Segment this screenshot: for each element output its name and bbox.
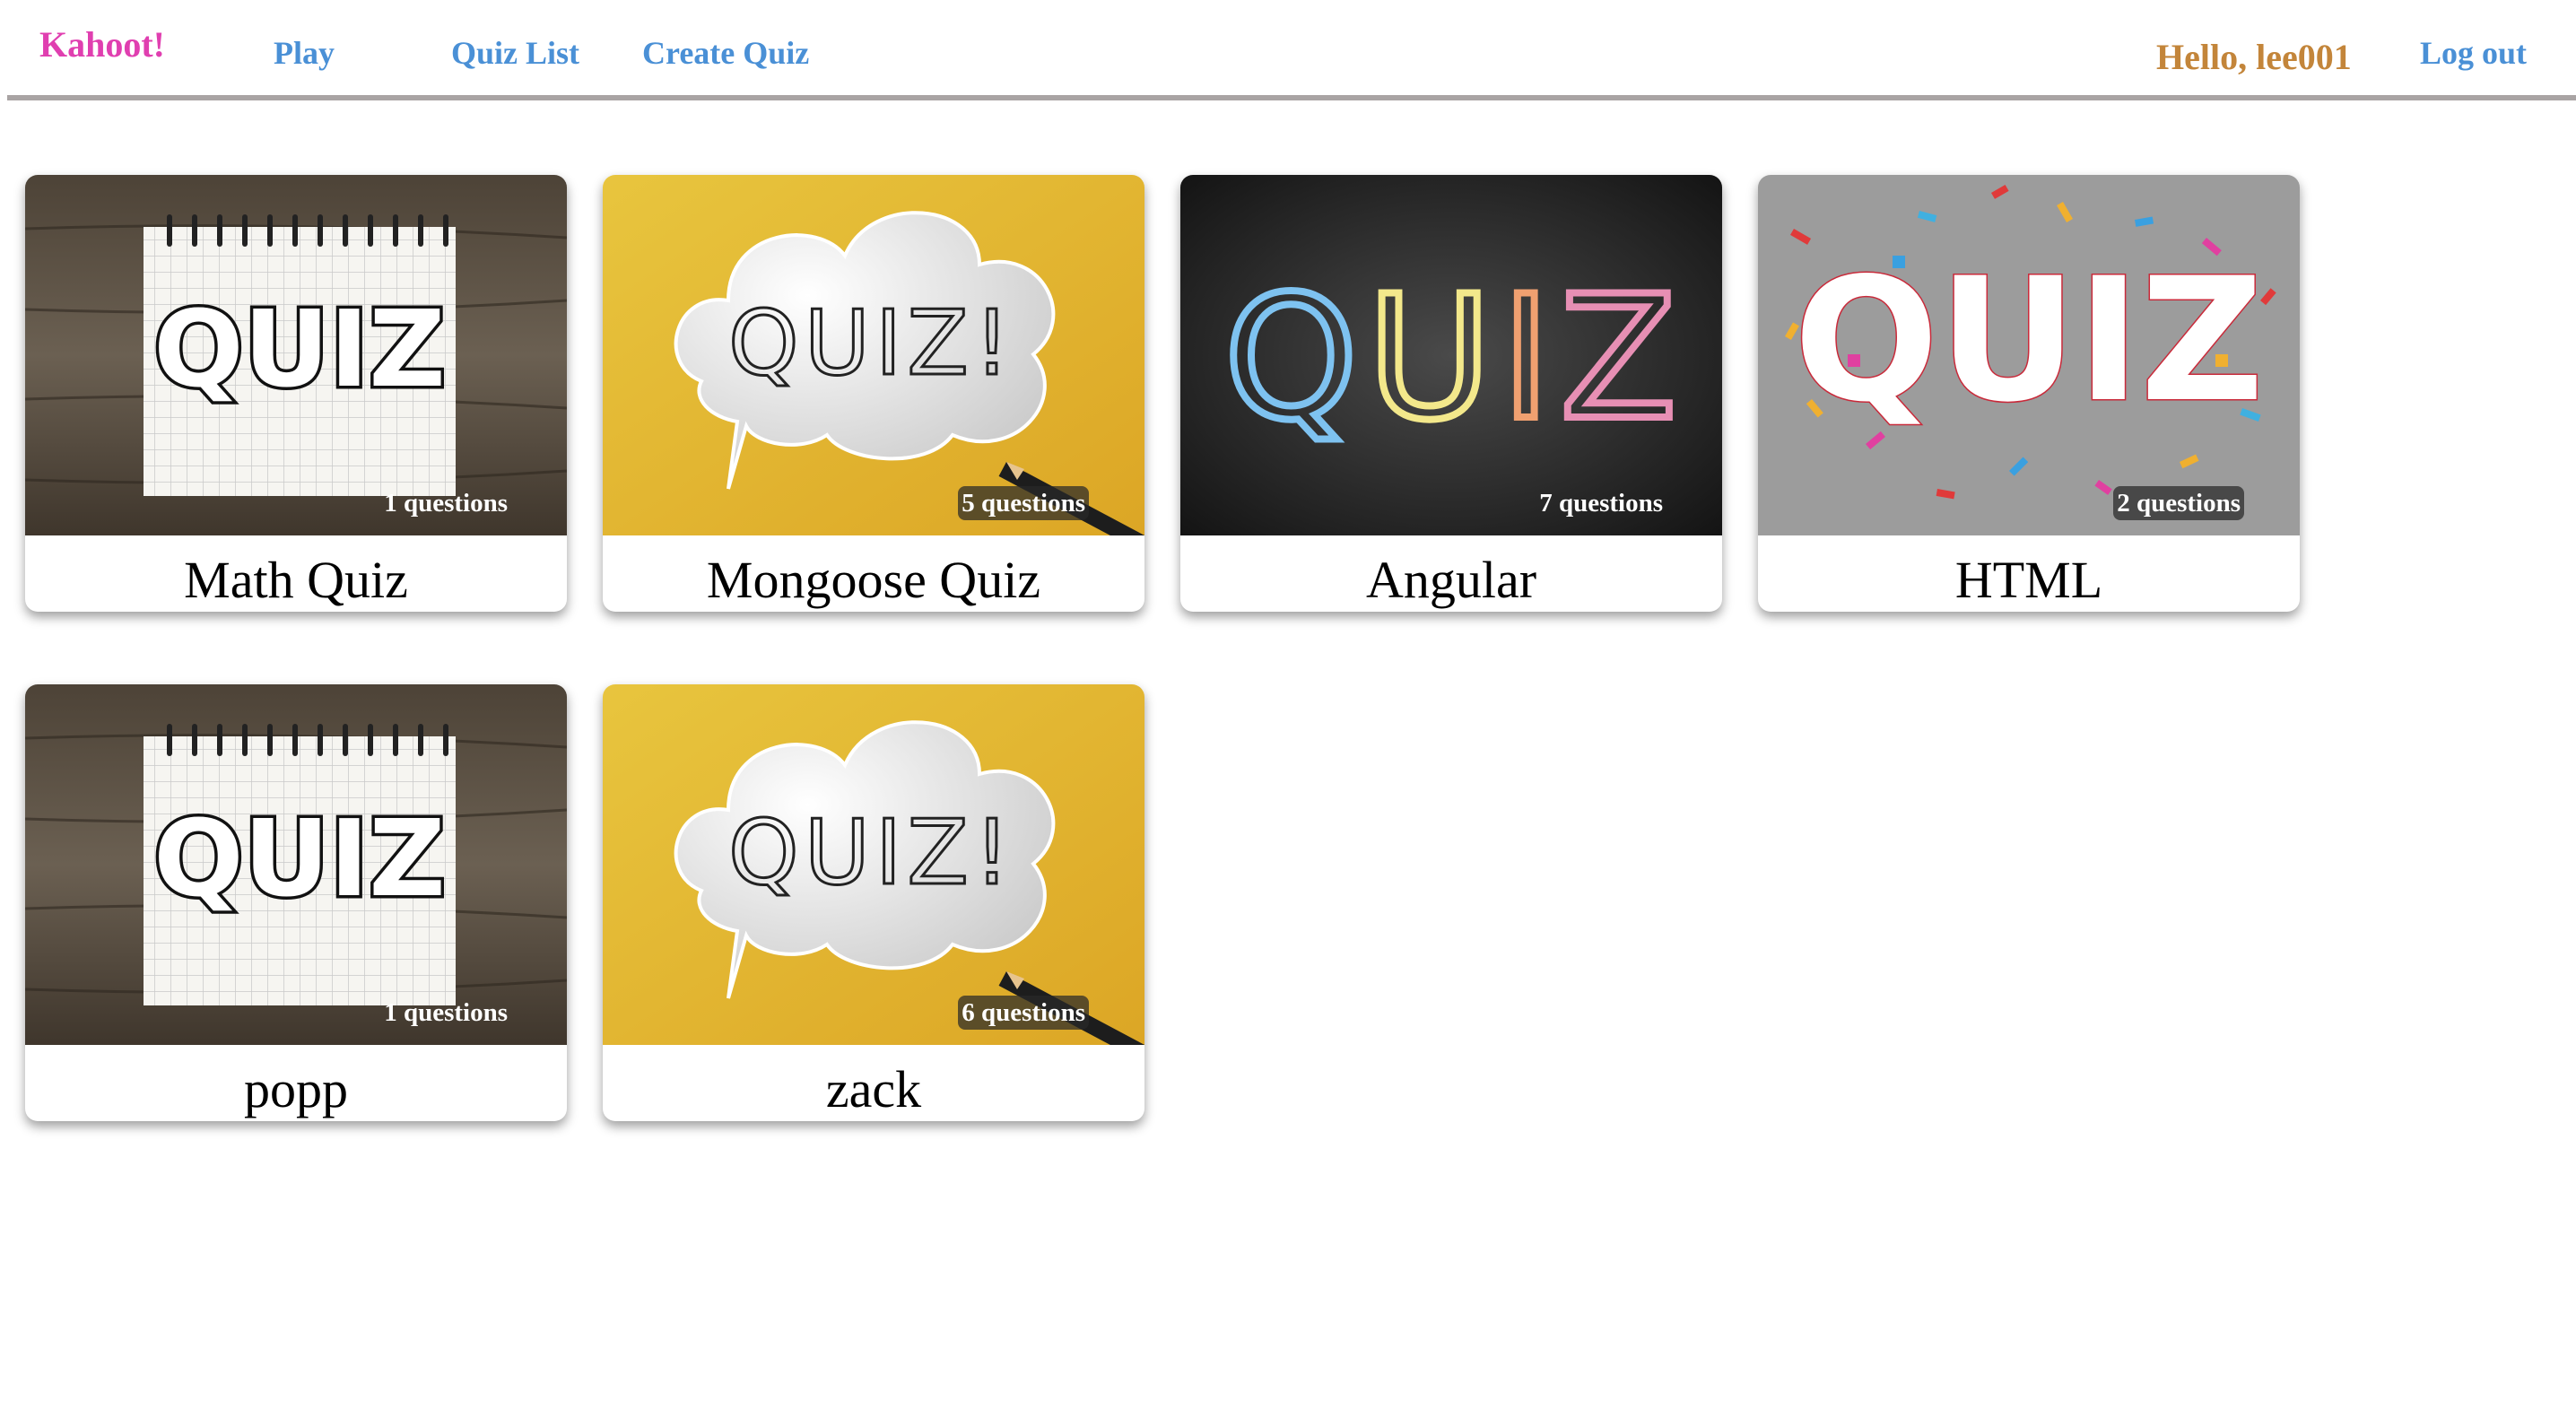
quiz-card[interactable]: 1 questions Math Quiz <box>25 175 567 612</box>
quiz-card[interactable]: 5 questions Mongoose Quiz <box>603 175 1144 612</box>
quiz-title: popp <box>244 1060 348 1118</box>
quiz-title: Angular <box>1365 551 1537 609</box>
nav-divider <box>7 95 2576 100</box>
brand-logo-link[interactable]: Kahoot! <box>39 23 165 65</box>
nav-link-quiz-list[interactable]: Quiz List <box>451 34 579 72</box>
quiz-title: zack <box>825 1060 922 1118</box>
quiz-card[interactable]: 1 questions popp <box>25 684 567 1121</box>
nav-link-play[interactable]: Play <box>274 34 335 72</box>
quiz-title: Mongoose Quiz <box>706 551 1041 609</box>
question-count-badge: 2 questions <box>2113 486 2244 520</box>
user-greeting: Hello, lee001 <box>2156 37 2352 77</box>
question-count-badge: 1 questions <box>384 489 508 518</box>
question-count-badge: 1 questions <box>384 998 508 1027</box>
logout-link[interactable]: Log out <box>2420 34 2527 72</box>
question-count-badge: 6 questions <box>958 996 1089 1030</box>
quiz-card[interactable]: 6 questions zack <box>603 684 1144 1121</box>
quiz-title: Math Quiz <box>184 551 408 609</box>
speech-bubble-quiz-image <box>603 684 1144 1045</box>
notebook-quiz-image <box>25 175 567 535</box>
speech-bubble-quiz-image <box>603 175 1144 535</box>
nav-link-create-quiz[interactable]: Create Quiz <box>642 34 809 72</box>
quiz-card[interactable]: 7 questions Angular <box>1180 175 1722 612</box>
quiz-card[interactable]: 2 questions HTML <box>1758 175 2300 612</box>
top-nav: Kahoot! Play Quiz List Create Quiz Hello… <box>0 0 2576 104</box>
confetti-quiz-image <box>1758 175 2300 535</box>
chalkboard-quiz-image <box>1180 175 1722 535</box>
notebook-quiz-image <box>25 684 567 1045</box>
quiz-title: HTML <box>1954 551 2103 609</box>
question-count-badge: 7 questions <box>1539 489 1663 518</box>
question-count-badge: 5 questions <box>958 486 1089 520</box>
